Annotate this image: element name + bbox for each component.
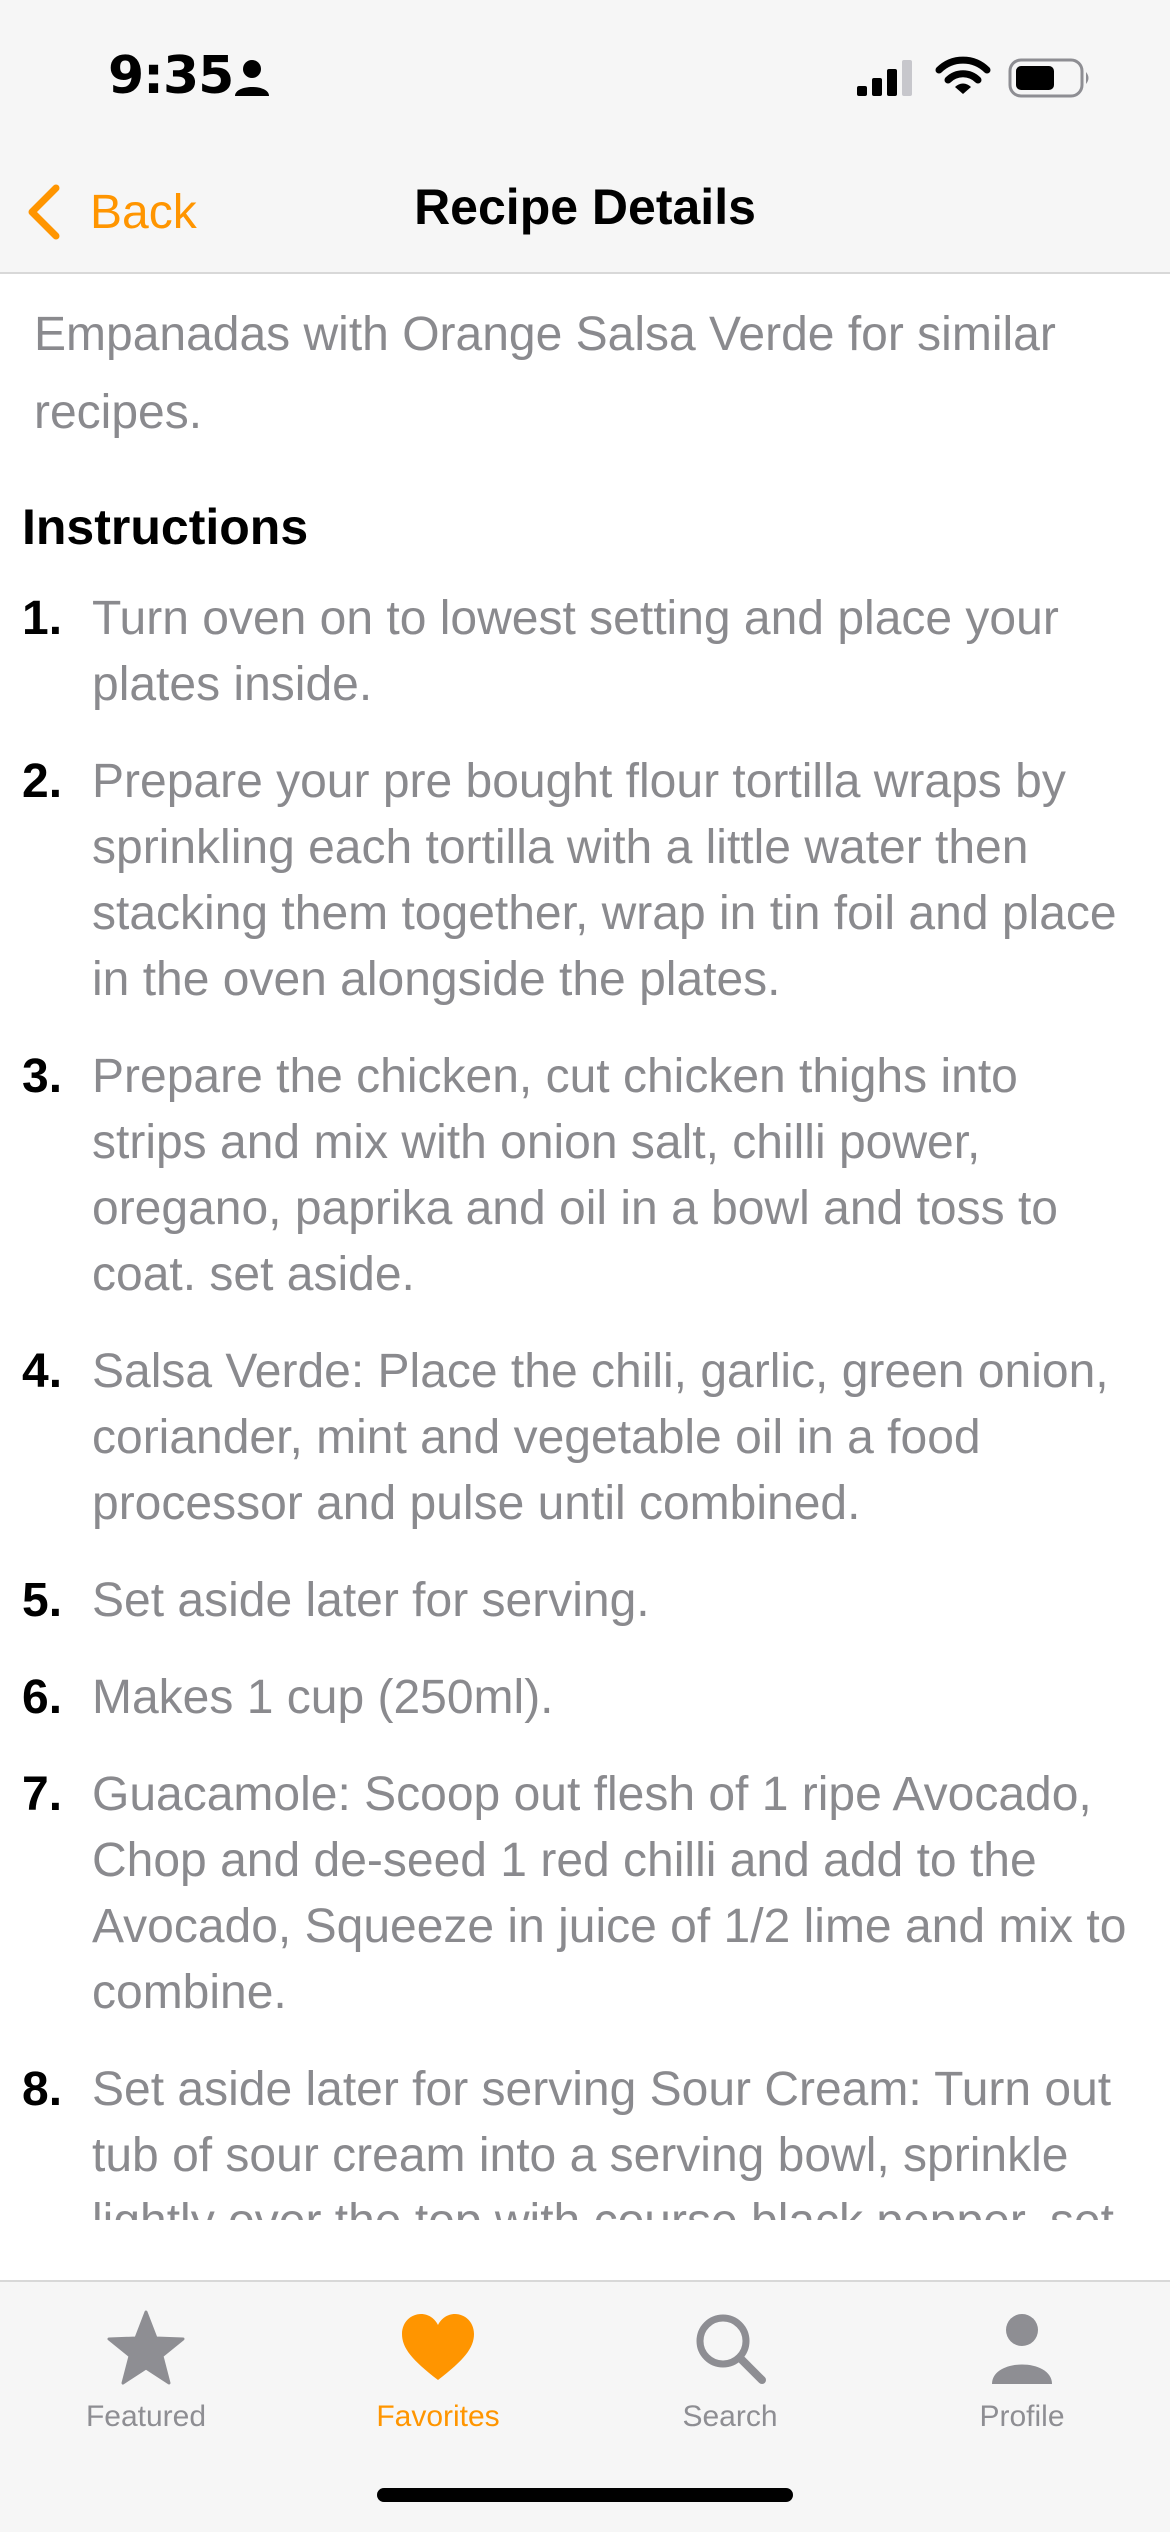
tab-label: Favorites — [376, 2400, 500, 2433]
instruction-step: 4. Salsa Verde: Place the chili, garlic,… — [0, 1339, 1170, 1537]
navigation-bar: Back Recipe Details — [0, 150, 1170, 274]
tab-profile[interactable]: Profile — [876, 2308, 1168, 2458]
home-indicator — [377, 2488, 793, 2502]
status-time: 9:35 — [108, 46, 234, 106]
instruction-step: 1. Turn oven on to lowest setting and pl… — [0, 586, 1170, 718]
battery-icon — [1008, 58, 1089, 98]
step-number: 6. — [22, 1671, 63, 1724]
step-text: Set aside later for serving Sour Cream: … — [92, 2063, 1114, 2220]
person-icon — [235, 60, 269, 96]
step-number: 5. — [22, 1574, 63, 1627]
step-number: 1. — [22, 592, 63, 645]
step-number: 2. — [22, 755, 63, 808]
step-text: Makes 1 cup (250ml). — [92, 1671, 554, 1724]
instruction-step: 5. Set aside later for serving. — [0, 1568, 1170, 1634]
signal-icon — [857, 60, 912, 96]
intro-paragraph: Empanadas with Orange Salsa Verde for si… — [34, 308, 1056, 439]
intro-text: Empanadas with Orange Salsa Verde for si… — [34, 276, 1144, 452]
tab-search[interactable]: Search — [584, 2308, 876, 2458]
step-number: 7. — [22, 1768, 63, 1821]
instruction-step: 7. Guacamole: Scoop out flesh of 1 ripe … — [0, 1762, 1170, 2026]
instruction-step: 3. Prepare the chicken, cut chicken thig… — [0, 1044, 1170, 1308]
instructions-heading: Instructions — [22, 499, 309, 555]
step-text: Turn oven on to lowest setting and place… — [92, 592, 1059, 711]
step-text: Prepare your pre bought flour tortilla w… — [92, 755, 1117, 1006]
search-icon — [696, 2314, 766, 2384]
step-number: 4. — [22, 1345, 63, 1398]
tab-featured[interactable]: Featured — [0, 2308, 292, 2458]
instruction-step: 2. Prepare your pre bought flour tortill… — [0, 749, 1170, 1013]
tab-favorites[interactable]: Favorites — [292, 2308, 584, 2458]
instruction-step: 8. Set aside later for serving Sour Crea… — [0, 2057, 1170, 2220]
step-text: Set aside later for serving. — [92, 1574, 650, 1627]
step-number: 8. — [22, 2063, 63, 2116]
tab-label: Search — [682, 2400, 778, 2433]
heart-icon — [402, 2314, 474, 2380]
status-bar: 9:35 — [0, 0, 1170, 150]
tab-label: Profile — [979, 2400, 1065, 2433]
step-text: Salsa Verde: Place the chili, garlic, gr… — [92, 1345, 1109, 1530]
recipe-content[interactable]: Empanadas with Orange Salsa Verde for si… — [0, 276, 1170, 2220]
step-text: Prepare the chicken, cut chicken thighs … — [92, 1050, 1058, 1301]
person-icon — [992, 2314, 1052, 2384]
screen: 9:35 Back Recipe Details Empanadas with … — [0, 0, 1170, 2532]
wifi-icon — [935, 56, 991, 94]
tab-label: Featured — [85, 2400, 207, 2433]
clipped-line — [34, 276, 1144, 296]
star-icon — [107, 2310, 185, 2385]
step-text: Guacamole: Scoop out flesh of 1 ripe Avo… — [92, 1768, 1127, 2019]
page-title: Recipe Details — [414, 179, 756, 235]
instructions-list: 1. Turn oven on to lowest setting and pl… — [0, 586, 1170, 2220]
step-number: 3. — [22, 1050, 63, 1103]
instruction-step: 6. Makes 1 cup (250ml). — [0, 1665, 1170, 1731]
